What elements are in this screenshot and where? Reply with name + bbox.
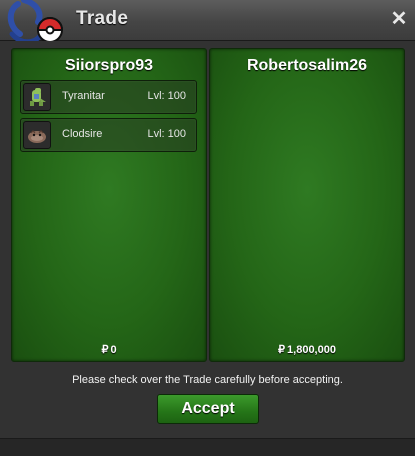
right-money-amount: 1,800,000: [287, 344, 336, 356]
clodsire-sprite-icon: [23, 121, 51, 149]
pokemon-slot-tyranitar[interactable]: Tyranitar Lvl: 100: [20, 80, 197, 114]
pokemon-level: Lvl: 100: [147, 128, 186, 140]
pokemon-slot-clodsire[interactable]: Clodsire Lvl: 100: [20, 118, 197, 152]
close-icon[interactable]: ✕: [389, 9, 409, 29]
left-player-name: Siiorspro93: [64, 57, 154, 74]
left-trade-panel: Siiorspro93 Tyranitar Lvl: 100 Clodsire …: [11, 48, 207, 362]
accept-button[interactable]: Accept: [157, 394, 259, 424]
left-money-offer: ₽0: [12, 343, 206, 356]
left-money-amount: 0: [110, 344, 117, 356]
pokeball-logo-icon: [4, 0, 76, 46]
currency-symbol: ₽: [101, 344, 109, 356]
tyranitar-sprite-icon: [23, 83, 51, 111]
window-footer: [0, 438, 415, 456]
currency-symbol: ₽: [278, 344, 286, 356]
title-bar[interactable]: Trade ✕: [0, 0, 415, 45]
pokemon-name: Clodsire: [62, 128, 103, 140]
window-title: Trade: [76, 8, 129, 29]
trade-window: Trade ✕ Siiorspro93 Tyranitar Lvl: 100 C…: [0, 0, 415, 456]
trade-notice: Please check over the Trade carefully be…: [72, 374, 343, 386]
right-player-name: Robertosalim26: [246, 57, 368, 74]
right-money-offer: ₽1,800,000: [210, 343, 404, 356]
pokemon-level: Lvl: 100: [147, 90, 186, 102]
right-trade-panel: Robertosalim26 ₽1,800,000: [209, 48, 405, 362]
pokemon-name: Tyranitar: [62, 90, 105, 102]
